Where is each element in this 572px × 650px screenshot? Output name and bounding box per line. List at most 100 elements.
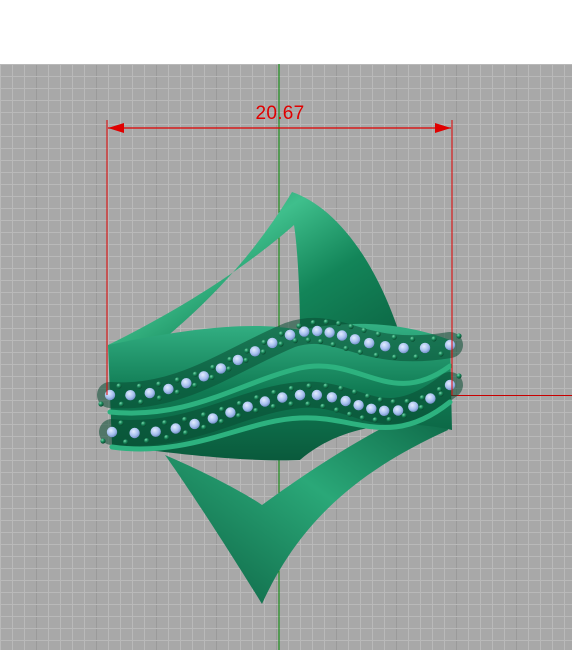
- ring-stone: [277, 392, 288, 403]
- viewport[interactable]: 20.67: [0, 0, 572, 650]
- ring-stone: [340, 395, 351, 407]
- ring-bead: [404, 398, 410, 405]
- ring-stone: [312, 325, 323, 337]
- ring-stone: [259, 396, 271, 407]
- ring-bead: [330, 341, 336, 348]
- ring-bead: [226, 366, 232, 372]
- ring-stone: [419, 342, 431, 354]
- ring-bead: [236, 413, 242, 419]
- ring-bead: [372, 417, 378, 423]
- ring-stone: [294, 389, 306, 401]
- ring-stone: [106, 426, 118, 438]
- ring-bead: [318, 338, 324, 345]
- ring-bead: [334, 407, 340, 413]
- ring-stone: [267, 337, 278, 349]
- ring-bead: [323, 319, 329, 325]
- ring-bead: [219, 406, 225, 412]
- ring-stone: [336, 330, 348, 341]
- ring-bead: [182, 416, 188, 423]
- ring-bead: [144, 438, 150, 444]
- ring-bead: [410, 336, 416, 342]
- ring-bead: [375, 331, 381, 337]
- ring-bead: [305, 401, 311, 407]
- ring-bead: [227, 356, 233, 362]
- ring-stone: [225, 407, 236, 418]
- ring-bead: [361, 327, 367, 333]
- ring-stone: [144, 387, 155, 399]
- ring-bead: [278, 341, 284, 347]
- ring-stone: [444, 339, 456, 351]
- ring-bead: [174, 377, 180, 383]
- ring-bead: [436, 386, 442, 393]
- ring-bead: [116, 383, 122, 389]
- ring-bead: [305, 337, 311, 343]
- ring-stone: [324, 327, 335, 338]
- ring-stone: [198, 371, 209, 382]
- ring-stone: [408, 401, 419, 412]
- ring-bead: [260, 349, 266, 355]
- ring-bead: [123, 439, 129, 445]
- ring-stone: [242, 401, 253, 412]
- ring-bead: [359, 415, 365, 421]
- ring-bead: [373, 352, 379, 358]
- ring-bead: [118, 420, 124, 426]
- ring-stone: [249, 346, 261, 357]
- ring-model[interactable]: [97, 192, 463, 604]
- ring-stone: [366, 403, 377, 414]
- ring-bead: [390, 399, 396, 405]
- ring-stone: [232, 354, 244, 366]
- ring-bead: [236, 400, 242, 407]
- ring-bead: [343, 345, 349, 351]
- ring-bead: [347, 411, 353, 417]
- ring-bead: [156, 395, 162, 401]
- ring-bead: [438, 391, 444, 397]
- ring-stone: [181, 378, 192, 389]
- ring-stone: [189, 418, 200, 430]
- ring-bead: [418, 404, 424, 411]
- ring-stone: [353, 400, 364, 411]
- ring-bead: [348, 323, 354, 330]
- ring-bead: [156, 381, 162, 387]
- ring-bead: [243, 357, 249, 363]
- ring-stone: [170, 423, 181, 434]
- ring-stone: [104, 389, 116, 401]
- ring-bead: [456, 373, 462, 379]
- dimension-value: 20.67: [255, 103, 305, 124]
- ring-bead: [401, 413, 407, 419]
- ring-stone: [207, 413, 218, 424]
- ring-bead: [352, 389, 358, 395]
- ring-bead: [419, 395, 425, 401]
- ring-bead: [320, 403, 326, 409]
- ring-bead: [141, 421, 147, 427]
- ring-bead: [98, 401, 104, 407]
- grid-canvas[interactable]: [0, 0, 572, 650]
- ring-stone: [380, 341, 391, 352]
- ring-bead: [386, 416, 392, 423]
- ring-bead: [270, 403, 276, 410]
- ring-bead: [174, 389, 180, 395]
- ring-bead: [392, 354, 398, 360]
- ring-stone: [150, 426, 161, 437]
- ring-bead: [338, 385, 344, 391]
- ring-stone: [398, 342, 409, 354]
- ring-bead: [162, 420, 168, 426]
- ring-bead: [271, 389, 277, 396]
- ring-stone: [163, 383, 174, 395]
- ring-bead: [183, 430, 189, 436]
- ring-bead: [192, 382, 198, 388]
- ring-bead: [431, 336, 437, 342]
- ring-stone: [392, 405, 404, 416]
- ring-bead: [377, 397, 383, 403]
- ring-bead: [253, 407, 259, 414]
- ring-bead: [391, 334, 397, 340]
- ring-bead: [413, 354, 419, 360]
- ring-bead: [164, 434, 170, 441]
- ring-bead: [201, 424, 207, 430]
- ring-bead: [138, 399, 144, 405]
- ring-stone: [444, 379, 456, 391]
- ring-stone: [364, 337, 375, 349]
- ring-stone: [311, 389, 323, 401]
- ring-bead: [310, 320, 316, 326]
- ring-bead: [192, 371, 198, 377]
- ring-stone: [215, 363, 227, 374]
